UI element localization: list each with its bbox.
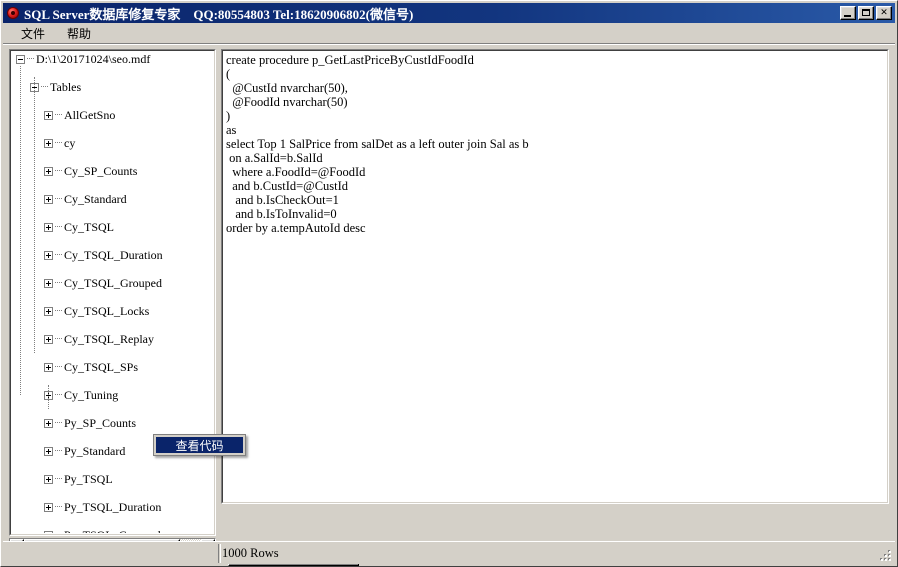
menu-item-help[interactable]: 帮助	[59, 24, 99, 44]
expand-icon[interactable]	[44, 194, 53, 204]
tree-connector	[55, 282, 62, 284]
tree-connector	[55, 198, 62, 200]
tree-connector-line	[34, 77, 35, 353]
resize-grip[interactable]	[879, 549, 893, 563]
tree-connector	[55, 478, 62, 480]
tree-connector	[27, 58, 34, 60]
red-disc-icon	[6, 6, 20, 20]
tree-tables-label[interactable]: Tables	[49, 80, 82, 94]
tree-node-table[interactable]: Cy_Tuning	[12, 388, 213, 402]
tree-connector	[55, 366, 62, 368]
tree-connector	[55, 170, 62, 172]
tree-connector	[41, 86, 48, 88]
tree-node-table[interactable]: cy	[12, 136, 213, 150]
tree-node-root[interactable]: D:\1\20171024\seo.mdf	[12, 52, 213, 66]
tree-table-label[interactable]: Py_TSQL	[63, 472, 114, 486]
tree-node-table[interactable]: Cy_TSQL_Grouped	[12, 276, 213, 290]
tree-connector-line	[20, 66, 21, 395]
tree-table-label[interactable]: Py_Standard	[63, 444, 126, 458]
tree-node-table[interactable]: Py_TSQL	[12, 472, 213, 486]
object-tree-panel: D:\1\20171024\seo.mdf Tables AllGetSno cy Cy…	[9, 49, 216, 536]
tree-connector	[55, 422, 62, 424]
tree-connector	[55, 394, 62, 396]
expand-icon[interactable]	[44, 446, 53, 456]
close-icon: ✕	[880, 7, 888, 18]
tree-table-label[interactable]: Cy_TSQL_SPs	[63, 360, 139, 374]
tree-node-table[interactable]: Cy_TSQL	[12, 220, 213, 234]
expand-icon[interactable]	[44, 530, 53, 533]
title-bar[interactable]: SQL Server数据库修复专家 QQ:80554803 Tel:186209…	[3, 3, 895, 23]
tree-node-tables[interactable]: Tables	[12, 80, 213, 94]
tree-node-table[interactable]: Py_TSQL_Grouped	[12, 528, 213, 533]
tree-table-label[interactable]: Cy_TSQL	[63, 220, 115, 234]
expand-icon[interactable]	[44, 306, 53, 316]
tree-node-table[interactable]: Cy_TSQL_Replay	[12, 332, 213, 346]
status-divider	[218, 544, 221, 563]
tree-node-table[interactable]: Cy_Standard	[12, 192, 213, 206]
window-buttons: ✕	[840, 6, 892, 20]
tree-table-label[interactable]: Py_TSQL_Duration	[63, 500, 162, 514]
expand-icon[interactable]	[44, 418, 53, 428]
tree-connector	[55, 142, 62, 144]
menu-item-file[interactable]: 文件	[13, 24, 53, 44]
window-title: SQL Server数据库修复专家 QQ:80554803 Tel:186209…	[24, 6, 414, 22]
tree-connector	[55, 114, 62, 116]
expand-icon[interactable]	[44, 334, 53, 344]
close-button[interactable]: ✕	[876, 6, 892, 20]
client-area: D:\1\20171024\seo.mdf Tables AllGetSno cy Cy…	[3, 45, 895, 566]
tree-connector	[55, 226, 62, 228]
tree-connector	[55, 450, 62, 452]
tree-node-table[interactable]: Py_TSQL_Duration	[12, 500, 213, 514]
tree-connector	[55, 254, 62, 256]
tree-table-label[interactable]: cy	[63, 136, 76, 150]
context-menu-item-view-code[interactable]: 查看代码	[156, 437, 243, 453]
code-view-panel: create procedure p_GetLastPriceByCustIdF…	[221, 49, 889, 504]
expand-icon[interactable]	[44, 138, 53, 148]
expand-icon[interactable]	[44, 166, 53, 176]
tree-connector-line	[48, 385, 49, 409]
collapse-icon[interactable]	[16, 54, 25, 64]
application-window: SQL Server数据库修复专家 QQ:80554803 Tel:186209…	[0, 0, 898, 567]
context-menu: 查看代码	[153, 434, 246, 456]
minimize-button[interactable]	[840, 6, 856, 20]
tree-node-table[interactable]: Cy_TSQL_SPs	[12, 360, 213, 374]
tree-table-label[interactable]: Py_TSQL_Grouped	[63, 528, 162, 533]
object-tree[interactable]: D:\1\20171024\seo.mdf Tables AllGetSno cy Cy…	[12, 52, 213, 533]
tree-table-label[interactable]: Cy_TSQL_Locks	[63, 304, 150, 318]
expand-icon[interactable]	[44, 110, 53, 120]
tree-table-label[interactable]: Py_SP_Counts	[63, 416, 137, 430]
tree-table-label[interactable]: Cy_SP_Counts	[63, 164, 138, 178]
tree-table-label[interactable]: Cy_TSQL_Grouped	[63, 276, 163, 290]
tree-table-label[interactable]: Cy_TSQL_Duration	[63, 248, 164, 262]
tree-node-table[interactable]: AllGetSno	[12, 108, 213, 122]
tree-connector	[55, 310, 62, 312]
expand-icon[interactable]	[44, 278, 53, 288]
tree-node-table[interactable]: Cy_SP_Counts	[12, 164, 213, 178]
tree-node-table[interactable]: Cy_TSQL_Locks	[12, 304, 213, 318]
sql-code-text[interactable]: create procedure p_GetLastPriceByCustIdF…	[226, 53, 885, 500]
maximize-button[interactable]	[858, 6, 874, 20]
menu-bar: 文件 帮助	[3, 24, 895, 43]
tree-table-label[interactable]: Cy_Tuning	[63, 388, 119, 402]
expand-icon[interactable]	[44, 502, 53, 512]
expand-icon[interactable]	[44, 250, 53, 260]
tree-table-label[interactable]: AllGetSno	[63, 108, 116, 122]
status-row-count: 1000 Rows	[222, 546, 279, 560]
expand-icon[interactable]	[44, 222, 53, 232]
tree-table-label[interactable]: Cy_TSQL_Replay	[63, 332, 155, 346]
tree-node-table[interactable]: Cy_TSQL_Duration	[12, 248, 213, 262]
tree-table-label[interactable]: Cy_Standard	[63, 192, 128, 206]
tree-node-table[interactable]: Py_SP_Counts	[12, 416, 213, 430]
tree-connector	[55, 506, 62, 508]
tree-connector	[55, 338, 62, 340]
expand-icon[interactable]	[44, 362, 53, 372]
tree-root-label[interactable]: D:\1\20171024\seo.mdf	[35, 52, 151, 66]
status-bar: 1000 Rows	[3, 541, 895, 564]
expand-icon[interactable]	[44, 474, 53, 484]
